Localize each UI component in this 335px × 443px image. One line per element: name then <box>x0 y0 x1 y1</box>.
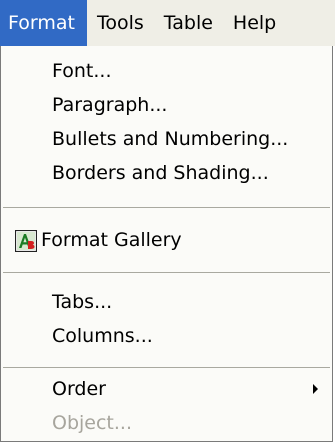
format-dropdown-menu: Font... Paragraph... Bullets and Numberi… <box>0 46 333 442</box>
menu-item-label: Tabs... <box>52 291 113 313</box>
menu-item-label: Paragraph... <box>52 94 168 116</box>
menu-item-format-gallery[interactable]: Format Gallery <box>1 223 332 257</box>
menu-item-label: Bullets and Numbering... <box>52 128 289 150</box>
menu-item-order[interactable]: Order <box>1 372 332 406</box>
menu-item-label: Order <box>52 378 106 400</box>
menu-item-font[interactable]: Font... <box>1 54 332 88</box>
submenu-arrow-icon <box>313 384 318 394</box>
menu-tools[interactable]: Tools <box>87 0 154 46</box>
menu-help[interactable]: Help <box>223 0 286 46</box>
menu-item-label: Format Gallery <box>41 229 182 251</box>
menu-table[interactable]: Table <box>154 0 223 46</box>
menu-separator <box>3 367 330 368</box>
menu-format[interactable]: Format <box>0 0 87 46</box>
menu-bar: Format Tools Table Help <box>0 0 335 46</box>
menu-item-label: Object... <box>52 412 132 434</box>
menu-item-label: Columns... <box>52 325 153 347</box>
menu-separator <box>3 207 330 208</box>
format-gallery-icon <box>14 229 38 253</box>
menu-item-object: Object... <box>1 406 332 440</box>
menu-item-label: Font... <box>52 60 112 82</box>
menu-separator <box>3 272 330 273</box>
menu-item-label: Borders and Shading... <box>52 162 269 184</box>
menu-item-paragraph[interactable]: Paragraph... <box>1 88 332 122</box>
menu-item-columns[interactable]: Columns... <box>1 319 332 353</box>
menu-item-tabs[interactable]: Tabs... <box>1 285 332 319</box>
menu-item-borders-and-shading[interactable]: Borders and Shading... <box>1 156 332 190</box>
menu-item-bullets-and-numbering[interactable]: Bullets and Numbering... <box>1 122 332 156</box>
